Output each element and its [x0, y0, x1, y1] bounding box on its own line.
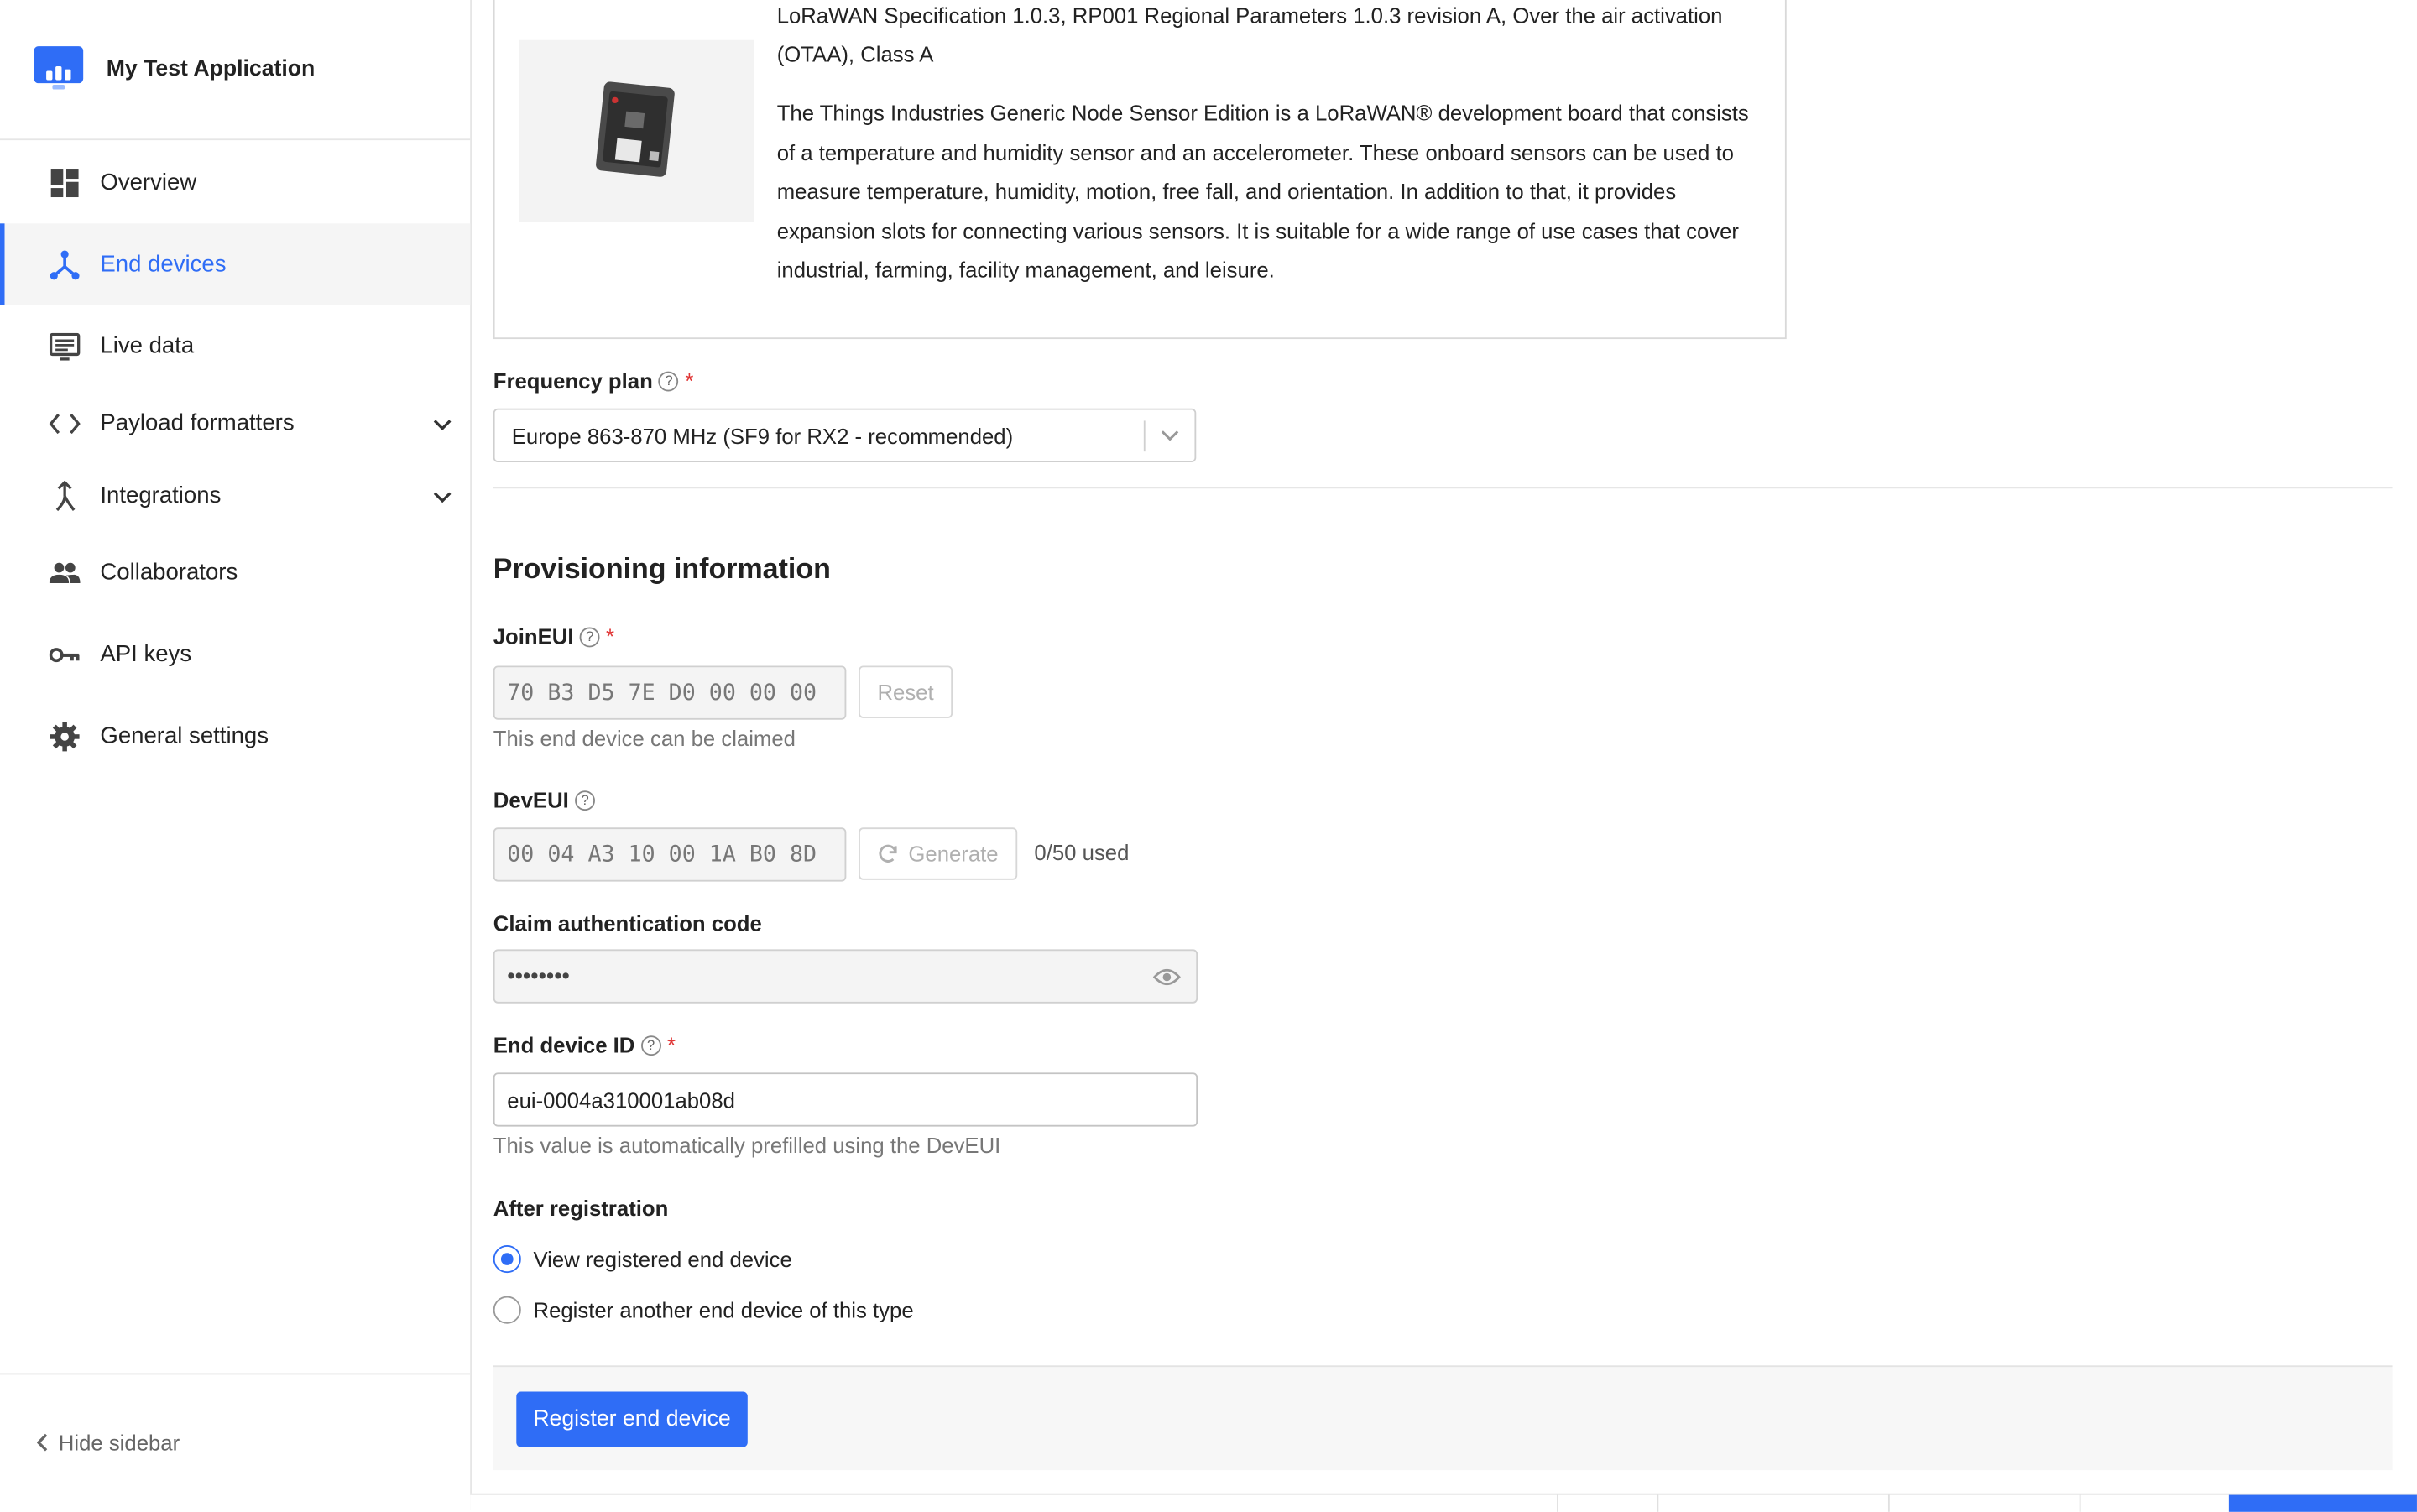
device-id-label: End device ID ? *	[493, 1033, 676, 1057]
reset-button[interactable]: Reset	[859, 665, 953, 718]
live-data-icon	[49, 331, 81, 362]
sidebar-item-integrations[interactable]: Integrations	[0, 459, 470, 531]
provisioning-title: Provisioning information	[493, 551, 831, 585]
device-spec: LoRaWAN Specification 1.0.3, RP001 Regio…	[776, 3, 1723, 66]
claim-code-input[interactable]: ••••••••	[493, 949, 1198, 1004]
help-icon[interactable]: ?	[659, 370, 680, 391]
end-devices-icon	[50, 249, 81, 280]
chevron-down-icon[interactable]	[1146, 430, 1195, 442]
radio-button[interactable]	[493, 1296, 521, 1324]
bottom-toolbar	[470, 1493, 2417, 1512]
sidebar-item-api-keys[interactable]: API keys	[0, 613, 470, 695]
frequency-plan-label: Frequency plan ? *	[493, 368, 694, 393]
chevron-left-icon	[37, 1433, 48, 1452]
help-icon[interactable]: ?	[575, 790, 596, 811]
join-eui-input[interactable]: 70 B3 D5 7E D0 00 00 00	[493, 665, 847, 720]
required-marker: *	[685, 368, 694, 394]
generate-button[interactable]: Generate	[859, 827, 1018, 880]
required-marker: *	[606, 623, 615, 649]
toolbar-divider	[1557, 1494, 1558, 1512]
sidebar-item-label: Integrations	[100, 482, 222, 509]
sidebar-nav: Overview End devices Live data Payload f…	[0, 142, 471, 777]
claim-code-label-text: Claim authentication code	[493, 910, 762, 936]
gear-icon	[50, 721, 81, 752]
device-id-label-text: End device ID	[493, 1032, 635, 1057]
help-icon[interactable]: ?	[640, 1035, 661, 1056]
after-registration-label-text: After registration	[493, 1196, 669, 1221]
radio-label: Register another end device of this type	[533, 1297, 914, 1322]
sidebar-item-label: Overview	[100, 169, 197, 196]
after-registration-label: After registration	[493, 1196, 669, 1220]
frequency-plan-value: Europe 863-870 MHz (SF9 for RX2 - recomm…	[511, 423, 1014, 448]
integrations-icon	[50, 480, 81, 511]
device-id-hint: This value is automatically prefilled us…	[493, 1132, 1001, 1158]
sidebar-item-live-data[interactable]: Live data	[0, 305, 470, 387]
generate-label: Generate	[908, 841, 999, 867]
sidebar-item-end-devices[interactable]: End devices	[0, 223, 471, 305]
claim-code-value: ••••••••	[507, 963, 570, 989]
required-marker: *	[666, 1032, 676, 1057]
code-icon	[49, 408, 81, 439]
sidebar-item-label: API keys	[100, 641, 192, 668]
join-eui-label: JoinEUI ? *	[493, 624, 614, 649]
help-icon[interactable]: ?	[579, 626, 600, 647]
radio-register-another[interactable]: Register another end device of this type	[493, 1296, 914, 1324]
sidebar-item-label: End devices	[100, 251, 227, 278]
sidebar-footer: Hide sidebar	[0, 1373, 471, 1509]
radio-view-registered[interactable]: View registered end device	[493, 1245, 792, 1274]
radio-button-checked[interactable]	[493, 1245, 521, 1274]
frequency-plan-label-text: Frequency plan	[493, 368, 653, 394]
hide-sidebar-button[interactable]: Hide sidebar	[37, 1430, 180, 1455]
toolbar-divider	[2079, 1494, 2081, 1512]
sidebar-item-general-settings[interactable]: General settings	[0, 695, 470, 776]
toolbar-divider	[1887, 1494, 1890, 1512]
people-icon	[49, 557, 81, 588]
app-header: My Test Application	[0, 0, 471, 141]
dev-eui-label: DevEUI ?	[493, 787, 596, 812]
sidebar-item-label: Payload formatters	[100, 409, 295, 436]
device-image	[519, 39, 754, 222]
sidebar: My Test Application Overview End devices…	[0, 0, 472, 1510]
chevron-down-icon	[433, 419, 452, 430]
register-end-device-button[interactable]: Register end device	[516, 1391, 748, 1447]
frequency-plan-select[interactable]: Europe 863-870 MHz (SF9 for RX2 - recomm…	[493, 408, 1197, 463]
claim-code-label: Claim authentication code	[493, 910, 762, 935]
device-info-card: LoRaWAN Specification 1.0.3, RP001 Regio…	[493, 0, 1787, 340]
device-description: The Things Industries Generic Node Senso…	[776, 100, 1749, 283]
app-title: My Test Application	[106, 56, 316, 82]
sidebar-item-label: Collaborators	[100, 559, 238, 586]
chevron-down-icon	[433, 491, 452, 503]
toolbar-divider	[1657, 1494, 1659, 1512]
dev-eui-input[interactable]: 00 04 A3 10 00 1A B0 8D	[493, 827, 847, 882]
hide-sidebar-label: Hide sidebar	[58, 1430, 180, 1455]
sidebar-item-label: General settings	[100, 722, 269, 749]
device-id-input[interactable]: eui-0004a310001ab08d	[493, 1072, 1198, 1127]
device-board-icon	[596, 81, 675, 177]
dashboard-icon	[50, 167, 81, 198]
application-icon	[34, 46, 84, 92]
sidebar-item-payload-formatters[interactable]: Payload formatters	[0, 387, 470, 459]
join-eui-hint: This end device can be claimed	[493, 726, 796, 751]
dev-eui-usage: 0/50 used	[1034, 840, 1130, 865]
section-divider	[493, 487, 2393, 489]
refresh-icon	[880, 844, 898, 863]
eye-icon[interactable]	[1152, 967, 1181, 986]
sidebar-item-collaborators[interactable]: Collaborators	[0, 532, 470, 613]
radio-label: View registered end device	[533, 1246, 792, 1272]
key-icon	[49, 639, 81, 670]
join-eui-label-text: JoinEUI	[493, 623, 574, 649]
sidebar-item-overview[interactable]: Overview	[0, 142, 470, 223]
toolbar-primary-action[interactable]	[2228, 1494, 2417, 1512]
submit-bar: Register end device	[493, 1365, 2393, 1471]
dev-eui-label-text: DevEUI	[493, 787, 569, 812]
sidebar-item-label: Live data	[100, 332, 195, 359]
